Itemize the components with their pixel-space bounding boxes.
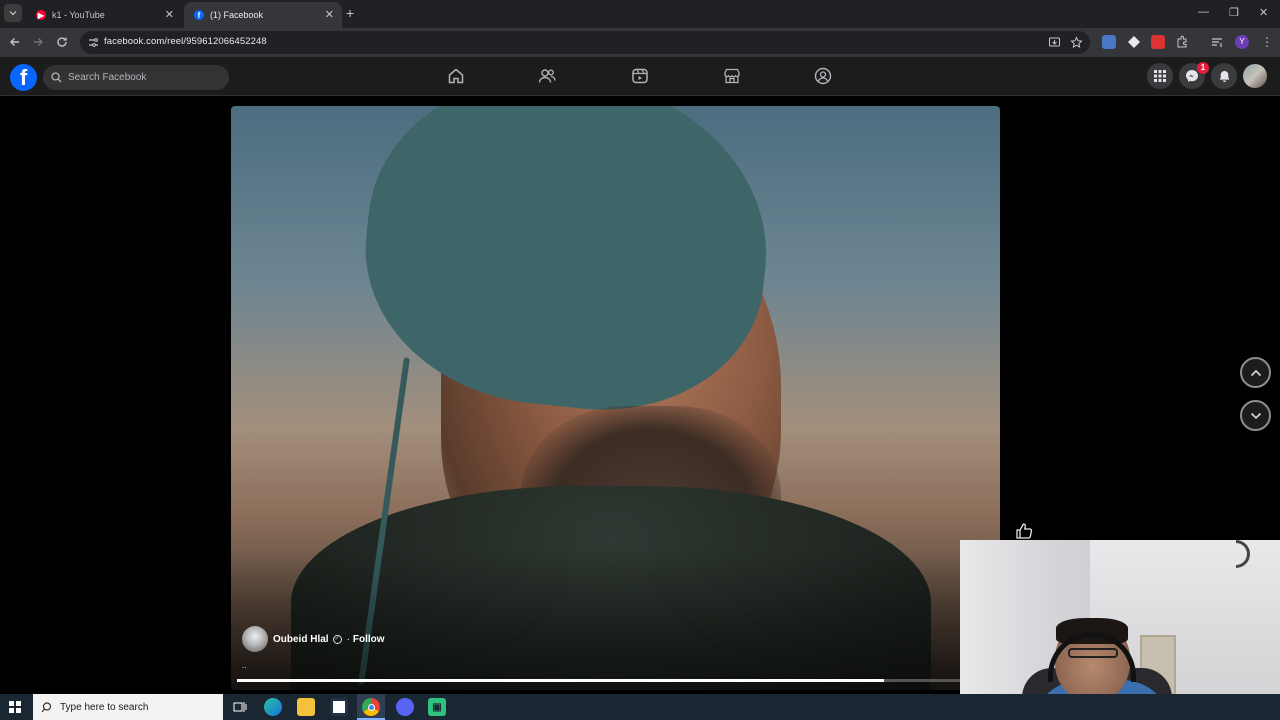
taskbar-search[interactable]: Type here to search bbox=[33, 694, 223, 720]
previous-reel-button[interactable] bbox=[1240, 357, 1271, 388]
taskbar-search-placeholder: Type here to search bbox=[60, 701, 149, 713]
friends-icon[interactable] bbox=[538, 67, 556, 85]
video-progress-fill bbox=[237, 679, 885, 682]
tab-facebook[interactable]: f (1) Facebook ✕ bbox=[184, 2, 342, 28]
chevron-up-icon bbox=[1250, 369, 1261, 376]
next-reel-button[interactable] bbox=[1240, 400, 1271, 431]
reel-video[interactable]: Oubeid Hlal ✓ · Follow .. bbox=[231, 106, 1000, 690]
close-tab-icon[interactable]: ✕ bbox=[165, 8, 174, 21]
notifications-icon bbox=[1219, 70, 1229, 82]
translate-extension-icon[interactable] bbox=[1102, 35, 1116, 49]
chevron-down-icon bbox=[1250, 412, 1261, 419]
task-view-icon[interactable] bbox=[231, 698, 249, 716]
notifications-button[interactable] bbox=[1211, 63, 1237, 89]
facebook-header: f bbox=[0, 57, 1280, 96]
restore-button[interactable]: ❐ bbox=[1229, 6, 1239, 19]
forward-button[interactable] bbox=[30, 34, 46, 50]
creator-name[interactable]: Oubeid Hlal bbox=[273, 634, 329, 645]
diamond-extension-icon[interactable] bbox=[1127, 35, 1141, 49]
address-bar[interactable]: facebook.com/reel/959612066452248 bbox=[80, 31, 1090, 54]
red-extension-icon[interactable] bbox=[1151, 35, 1165, 49]
site-info-icon[interactable] bbox=[88, 37, 99, 48]
profile-avatar[interactable] bbox=[1243, 64, 1267, 88]
watch-icon[interactable] bbox=[631, 67, 649, 85]
youtube-icon: ▶ bbox=[36, 10, 46, 20]
search-icon bbox=[41, 701, 52, 712]
like-icon[interactable] bbox=[1015, 522, 1033, 540]
messenger-badge: 1 bbox=[1197, 62, 1209, 74]
reel-caption: .. bbox=[242, 661, 247, 670]
search-icon bbox=[51, 72, 62, 83]
facebook-icon: f bbox=[194, 10, 204, 20]
chevron-down-icon bbox=[9, 11, 17, 16]
creator-avatar[interactable] bbox=[242, 626, 268, 652]
store-icon[interactable] bbox=[330, 698, 348, 716]
separator-dot: · bbox=[346, 633, 350, 645]
reload-icon bbox=[57, 37, 67, 47]
browser-menu-icon[interactable]: ⋮ bbox=[1260, 35, 1274, 49]
creator-info: Oubeid Hlal ✓ · Follow bbox=[242, 626, 385, 652]
home-icon[interactable] bbox=[447, 67, 465, 85]
app-icon[interactable]: ▣ bbox=[428, 698, 446, 716]
browser-toolbar: facebook.com/reel/959612066452248 Y ⋮ bbox=[0, 28, 1280, 57]
edge-icon[interactable] bbox=[264, 698, 282, 716]
facebook-logo[interactable]: f bbox=[10, 64, 37, 91]
bookmark-star-icon[interactable] bbox=[1070, 36, 1083, 49]
follow-button[interactable]: Follow bbox=[353, 634, 385, 645]
install-app-icon[interactable] bbox=[1048, 36, 1061, 49]
video-bottom-gradient bbox=[231, 550, 1000, 690]
arrow-left-icon bbox=[10, 38, 19, 46]
file-explorer-icon[interactable] bbox=[297, 698, 315, 716]
chrome-icon[interactable] bbox=[362, 698, 380, 716]
arrow-right-icon bbox=[34, 38, 43, 46]
reload-button[interactable] bbox=[54, 34, 70, 50]
video-progress-bar[interactable] bbox=[237, 679, 994, 682]
minimize-button[interactable]: — bbox=[1198, 6, 1209, 18]
tab-title: (1) Facebook bbox=[210, 10, 264, 20]
marketplace-icon[interactable] bbox=[723, 67, 741, 85]
profile-avatar-icon[interactable]: Y bbox=[1235, 35, 1249, 49]
search-input[interactable] bbox=[68, 72, 218, 83]
reading-list-icon[interactable] bbox=[1210, 35, 1224, 49]
windows-start-icon[interactable] bbox=[9, 701, 21, 713]
windows-taskbar: Type here to search ▣ bbox=[0, 694, 1280, 720]
back-button[interactable] bbox=[7, 34, 23, 50]
webcam-overlay bbox=[960, 540, 1280, 720]
tab-search-button[interactable] bbox=[4, 4, 22, 22]
discord-icon[interactable] bbox=[396, 698, 414, 716]
url-text: facebook.com/reel/959612066452248 bbox=[104, 36, 267, 47]
close-tab-icon[interactable]: ✕ bbox=[325, 8, 334, 21]
tab-title: k1 - YouTube bbox=[52, 10, 105, 20]
facebook-search[interactable] bbox=[43, 65, 229, 90]
webcam-glasses bbox=[1068, 648, 1118, 658]
groups-icon[interactable] bbox=[814, 67, 832, 85]
close-window-button[interactable]: ✕ bbox=[1259, 6, 1268, 19]
extensions-puzzle-icon[interactable] bbox=[1175, 35, 1189, 49]
new-tab-button[interactable]: + bbox=[346, 5, 354, 21]
tab-youtube[interactable]: ▶ k1 - YouTube ✕ bbox=[26, 2, 182, 28]
verified-icon: ✓ bbox=[332, 634, 342, 644]
menu-grid-button[interactable] bbox=[1147, 63, 1173, 89]
browser-tab-bar: ▶ k1 - YouTube ✕ f (1) Facebook ✕ + — ❐ … bbox=[0, 0, 1280, 28]
menu-grid-icon bbox=[1154, 70, 1166, 82]
